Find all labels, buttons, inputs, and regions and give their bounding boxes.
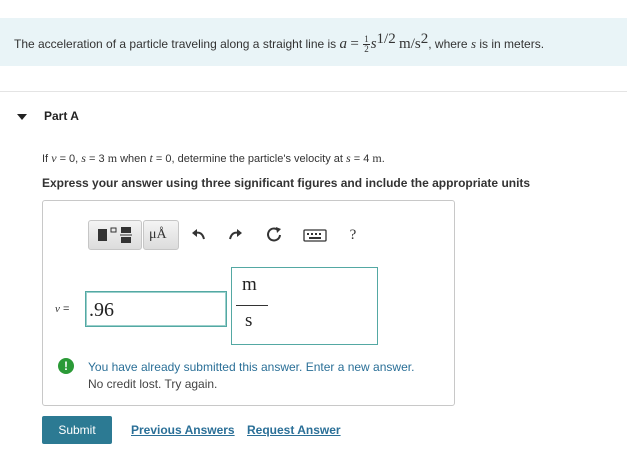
reset-icon[interactable] (263, 224, 285, 246)
equals-sign: = (350, 36, 359, 52)
alert-submessage: No credit lost. Try again. (88, 377, 218, 391)
exponent: 1/2 (376, 31, 396, 47)
part-title: Part A (44, 109, 79, 123)
problem-tail: is in meters. (479, 37, 545, 51)
answer-equals: = (62, 303, 70, 315)
units-label: μÅ (149, 227, 167, 242)
units-button[interactable]: μÅ (143, 220, 179, 250)
templates-button[interactable] (88, 220, 142, 250)
help-icon[interactable]: ? (342, 224, 364, 246)
units-input[interactable]: m s (231, 267, 378, 345)
q-t-var: t (149, 151, 153, 165)
q-v-var: v (51, 151, 57, 165)
q-period: . (381, 153, 385, 165)
unit-denominator: s (245, 310, 253, 331)
q-m-unit-2: m (372, 151, 382, 165)
q-eq-t0: = 0, determine the particle's velocity a… (155, 153, 343, 165)
problem-statement: The acceleration of a particle traveling… (0, 18, 627, 66)
answer-var: v (55, 303, 60, 315)
s-variable-2: s (470, 36, 476, 51)
q-s-var: s (81, 151, 86, 165)
fraction-one-half: 1 2 (363, 35, 370, 54)
undo-icon[interactable] (188, 224, 210, 246)
q-when: when (120, 153, 147, 165)
where-text: , where (428, 37, 468, 51)
fraction-denominator: 2 (364, 44, 369, 55)
q-eq3: = 3 (89, 153, 105, 165)
problem-intro: The acceleration of a particle traveling… (14, 37, 337, 51)
accel-units: m/s (399, 36, 421, 52)
unit-fraction-bar (236, 305, 268, 306)
q-if: If (42, 153, 49, 165)
alert-message: You have already submitted this answer. … (88, 360, 415, 374)
previous-answers-link[interactable]: Previous Answers (131, 423, 235, 437)
answer-panel: μÅ ? v = .96 m s ! You have already subm… (42, 200, 455, 406)
q-eq4: = 4 (353, 153, 370, 165)
part-a-header[interactable]: Part A (0, 91, 627, 142)
question-text: If v = 0, s = 3 m when t = 0, determine … (42, 151, 385, 166)
q-m-unit: m (107, 151, 118, 165)
templates-icon (98, 227, 132, 243)
alert-icon: ! (58, 358, 74, 374)
value-input[interactable]: .96 (85, 291, 227, 327)
answer-variable-label: v = (55, 303, 69, 315)
request-answer-link[interactable]: Request Answer (247, 423, 341, 437)
submit-button[interactable]: Submit (42, 416, 112, 444)
q-eq0: = 0, (59, 153, 79, 165)
problem-text: The acceleration of a particle traveling… (14, 31, 544, 54)
redo-icon[interactable] (224, 224, 246, 246)
answer-instruction: Express your answer using three signific… (42, 176, 531, 190)
keyboard-icon[interactable] (302, 224, 328, 246)
accel-variable: a (339, 36, 348, 52)
math-toolbar: μÅ ? (88, 220, 408, 250)
unit-numerator: m (242, 274, 257, 295)
q-s-var-2: s (346, 151, 351, 165)
collapse-triangle-icon[interactable] (17, 114, 27, 120)
